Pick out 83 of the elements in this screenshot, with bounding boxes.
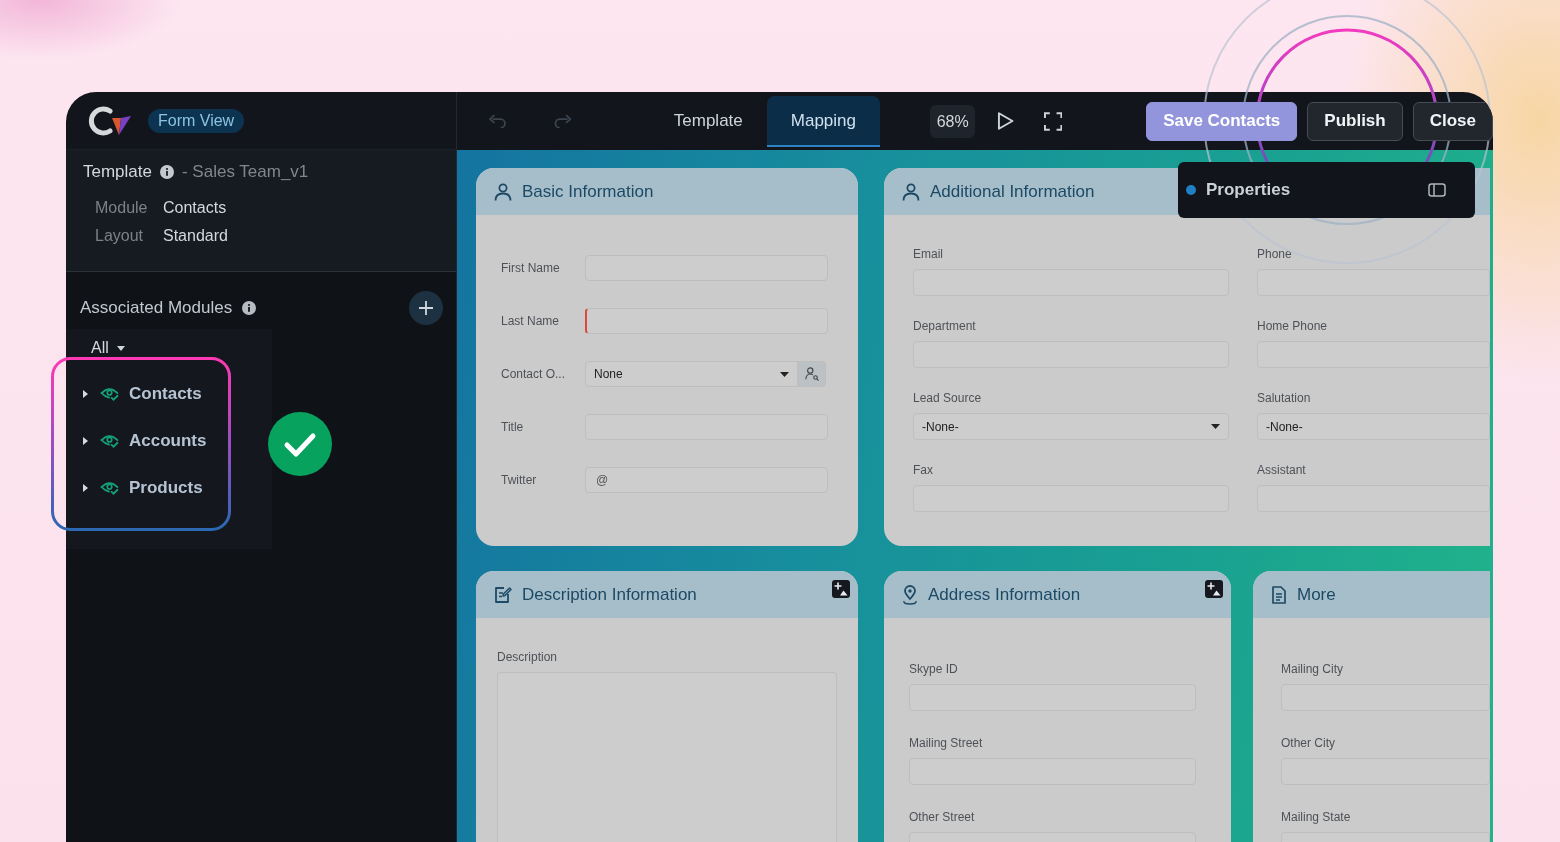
logo-icon (88, 103, 132, 138)
field-label: Other City (1281, 736, 1336, 751)
toolbar-button[interactable]: Close (1412, 101, 1493, 141)
person-icon (494, 182, 512, 201)
status-dot-icon (1186, 185, 1196, 195)
card-title: More (1297, 584, 1336, 605)
plus-icon (419, 301, 433, 315)
toolbar-button[interactable]: Publish (1307, 101, 1403, 141)
location-pin-icon (902, 584, 918, 605)
eye-check-icon (100, 433, 119, 448)
card-title: Address Information (928, 584, 1081, 605)
caret-icon (1211, 424, 1220, 429)
dropdown-field[interactable]: None (585, 361, 798, 387)
field-label: Mailing Street (909, 736, 984, 751)
section-title: Associated Modules (80, 298, 233, 318)
template-label: Template (83, 162, 152, 182)
input-field[interactable] (1257, 485, 1490, 512)
caret-icon (116, 345, 125, 351)
play-icon[interactable] (997, 111, 1015, 131)
caret-icon (780, 371, 789, 377)
lookup-button[interactable] (798, 361, 826, 387)
caret-icon[interactable] (83, 436, 88, 445)
field-label: Skype ID (909, 662, 959, 677)
input-field[interactable]: @ (585, 467, 828, 493)
eye-check-icon (100, 386, 119, 401)
add-image-icon[interactable] (832, 580, 850, 598)
zoom-level[interactable]: 68% (930, 104, 976, 138)
detail-label: Module (95, 198, 149, 218)
module-item[interactable]: Contacts (66, 370, 272, 417)
add-button[interactable] (409, 291, 443, 325)
card-title: Description Information (522, 584, 697, 605)
input-field[interactable] (1281, 684, 1490, 711)
module-item[interactable]: Accounts (66, 417, 272, 464)
field-label: Lead Source (913, 391, 983, 406)
person-search-icon (804, 367, 819, 381)
card-title: Additional Information (930, 181, 1095, 202)
input-field[interactable] (1281, 758, 1490, 785)
card-title: Basic Information (522, 181, 654, 202)
input-field[interactable] (1257, 341, 1490, 368)
field-label: Description (497, 650, 559, 665)
panel-title: Properties (1206, 180, 1291, 200)
field-label: Mailing State (1281, 810, 1352, 825)
field-label: Mailing City (1281, 662, 1344, 677)
dropdown-field[interactable]: -None- (913, 413, 1229, 440)
field-label: Phone (1257, 247, 1293, 262)
field-label: Salutation (1257, 391, 1312, 406)
field-label: Last Name (501, 313, 561, 329)
input-field[interactable] (1257, 269, 1490, 296)
input-field[interactable]: -None- (1257, 413, 1490, 440)
eye-check-icon (100, 480, 119, 495)
field-label: First Name (501, 260, 561, 276)
field-label: Assistant (1257, 463, 1307, 478)
document-icon (1271, 585, 1287, 604)
info-icon[interactable] (242, 301, 257, 315)
caret-icon[interactable] (83, 389, 88, 398)
success-check-icon (268, 412, 332, 476)
detail-value: Standard (163, 226, 228, 246)
field-label: Home Phone (1257, 319, 1329, 334)
redo-icon[interactable] (554, 114, 572, 128)
tab[interactable]: Template (649, 96, 767, 147)
module-item[interactable]: Products (66, 464, 272, 511)
undo-icon[interactable] (489, 114, 507, 128)
detail-label: Layout (95, 226, 145, 246)
field-label: Twitter (501, 472, 538, 488)
fullscreen-icon[interactable] (1043, 111, 1063, 131)
panel-toggle-icon[interactable] (1428, 183, 1446, 197)
detail-value: Contacts (163, 198, 227, 218)
add-image-icon[interactable] (1205, 580, 1223, 598)
filter-dropdown[interactable]: All (91, 338, 125, 358)
caret-icon[interactable] (83, 483, 88, 492)
field-label: Fax (913, 463, 934, 478)
info-icon[interactable] (160, 165, 174, 179)
field-label: Email (913, 247, 944, 262)
field-label: Other Street (909, 810, 976, 825)
field-label: Contact O... (501, 366, 567, 382)
field-label: Title (501, 419, 525, 435)
person-icon (902, 182, 920, 201)
view-badge: Form View (148, 108, 245, 133)
input-field[interactable] (585, 308, 828, 334)
tab[interactable]: Mapping (766, 96, 880, 147)
template-name: - Sales Team_v1 (182, 162, 309, 182)
edit-note-icon (494, 585, 512, 604)
field-label: Department (913, 319, 977, 334)
